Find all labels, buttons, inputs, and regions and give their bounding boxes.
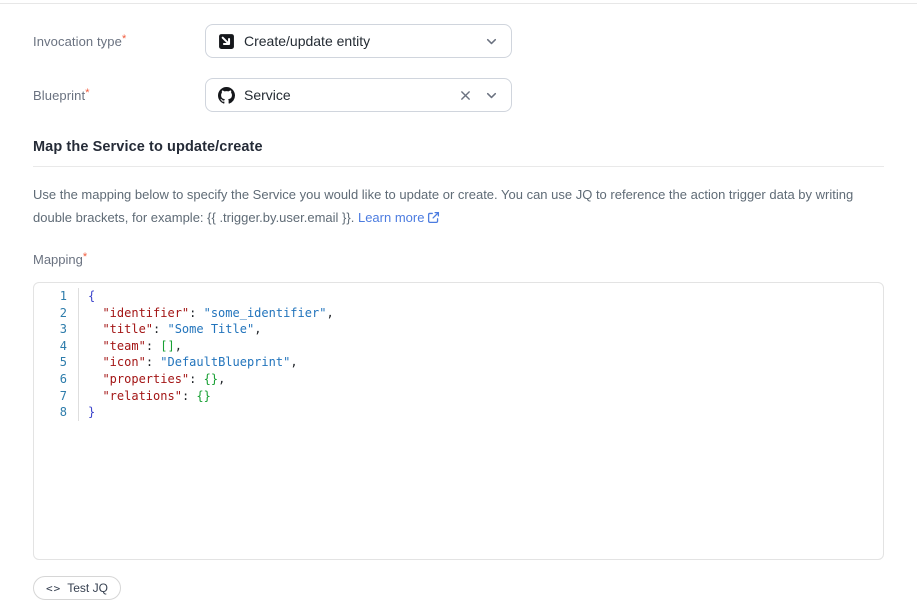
code-text: { <box>88 288 95 305</box>
code-line: 7 "relations": {} <box>34 388 883 405</box>
invocation-type-value: Create/update entity <box>244 33 476 49</box>
line-number: 5 <box>34 354 79 371</box>
chevron-down-icon <box>485 35 498 48</box>
required-asterisk: * <box>85 87 89 99</box>
code-text: } <box>88 404 95 421</box>
code-line: 4 "team": [], <box>34 338 883 355</box>
invocation-type-select[interactable]: Create/update entity <box>205 24 512 58</box>
mapping-code-editor[interactable]: 1{2 "identifier": "some_identifier",3 "t… <box>33 282 884 560</box>
blueprint-label: Blueprint* <box>33 88 205 103</box>
invocation-type-label-text: Invocation type <box>33 34 122 49</box>
learn-more-link[interactable]: Learn more <box>358 210 424 225</box>
code-text: "team": [], <box>88 338 182 355</box>
code-text: "title": "Some Title", <box>88 321 261 338</box>
line-number: 1 <box>34 288 79 305</box>
test-jq-button[interactable]: <> Test JQ <box>33 576 121 600</box>
required-asterisk: * <box>83 251 87 263</box>
code-line: 2 "identifier": "some_identifier", <box>34 305 883 322</box>
code-text: "properties": {}, <box>88 371 225 388</box>
section-description: Use the mapping below to specify the Ser… <box>33 183 884 229</box>
blueprint-label-text: Blueprint <box>33 88 85 103</box>
blueprint-select[interactable]: Service <box>205 78 512 112</box>
line-number: 7 <box>34 388 79 405</box>
code-text: "identifier": "some_identifier", <box>88 305 334 322</box>
clear-icon[interactable] <box>459 89 472 102</box>
code-line: 1{ <box>34 288 883 305</box>
blueprint-value: Service <box>244 87 450 103</box>
code-line: 3 "title": "Some Title", <box>34 321 883 338</box>
mapping-label-text: Mapping <box>33 252 83 267</box>
code-line: 8} <box>34 404 883 421</box>
code-text: "relations": {} <box>88 388 211 405</box>
code-line: 5 "icon": "DefaultBlueprint", <box>34 354 883 371</box>
line-number: 2 <box>34 305 79 322</box>
create-update-entity-icon <box>218 33 235 50</box>
top-divider <box>0 3 917 4</box>
invocation-type-label: Invocation type* <box>33 34 205 49</box>
line-number: 3 <box>34 321 79 338</box>
test-jq-button-label: Test JQ <box>67 581 108 595</box>
line-number: 8 <box>34 404 79 421</box>
code-lines: 1{2 "identifier": "some_identifier",3 "t… <box>34 288 883 421</box>
github-icon <box>218 87 235 104</box>
section-divider <box>33 166 884 167</box>
code-line: 6 "properties": {}, <box>34 371 883 388</box>
field-row-blueprint: Blueprint* Service <box>33 78 884 112</box>
form-content: Invocation type* Create/update entity Bl… <box>0 24 917 600</box>
field-row-invocation-type: Invocation type* Create/update entity <box>33 24 884 58</box>
description-line-2: double brackets, for example: {{ .trigge… <box>33 210 354 225</box>
mapping-label: Mapping* <box>33 252 884 267</box>
code-text: "icon": "DefaultBlueprint", <box>88 354 298 371</box>
code-brackets-icon: <> <box>46 582 61 595</box>
description-line-1: Use the mapping below to specify the Ser… <box>33 187 853 202</box>
section-heading: Map the Service to update/create <box>33 139 884 155</box>
required-asterisk: * <box>122 33 126 45</box>
line-number: 6 <box>34 371 79 388</box>
external-link-icon[interactable] <box>427 208 440 221</box>
chevron-down-icon <box>485 89 498 102</box>
line-number: 4 <box>34 338 79 355</box>
